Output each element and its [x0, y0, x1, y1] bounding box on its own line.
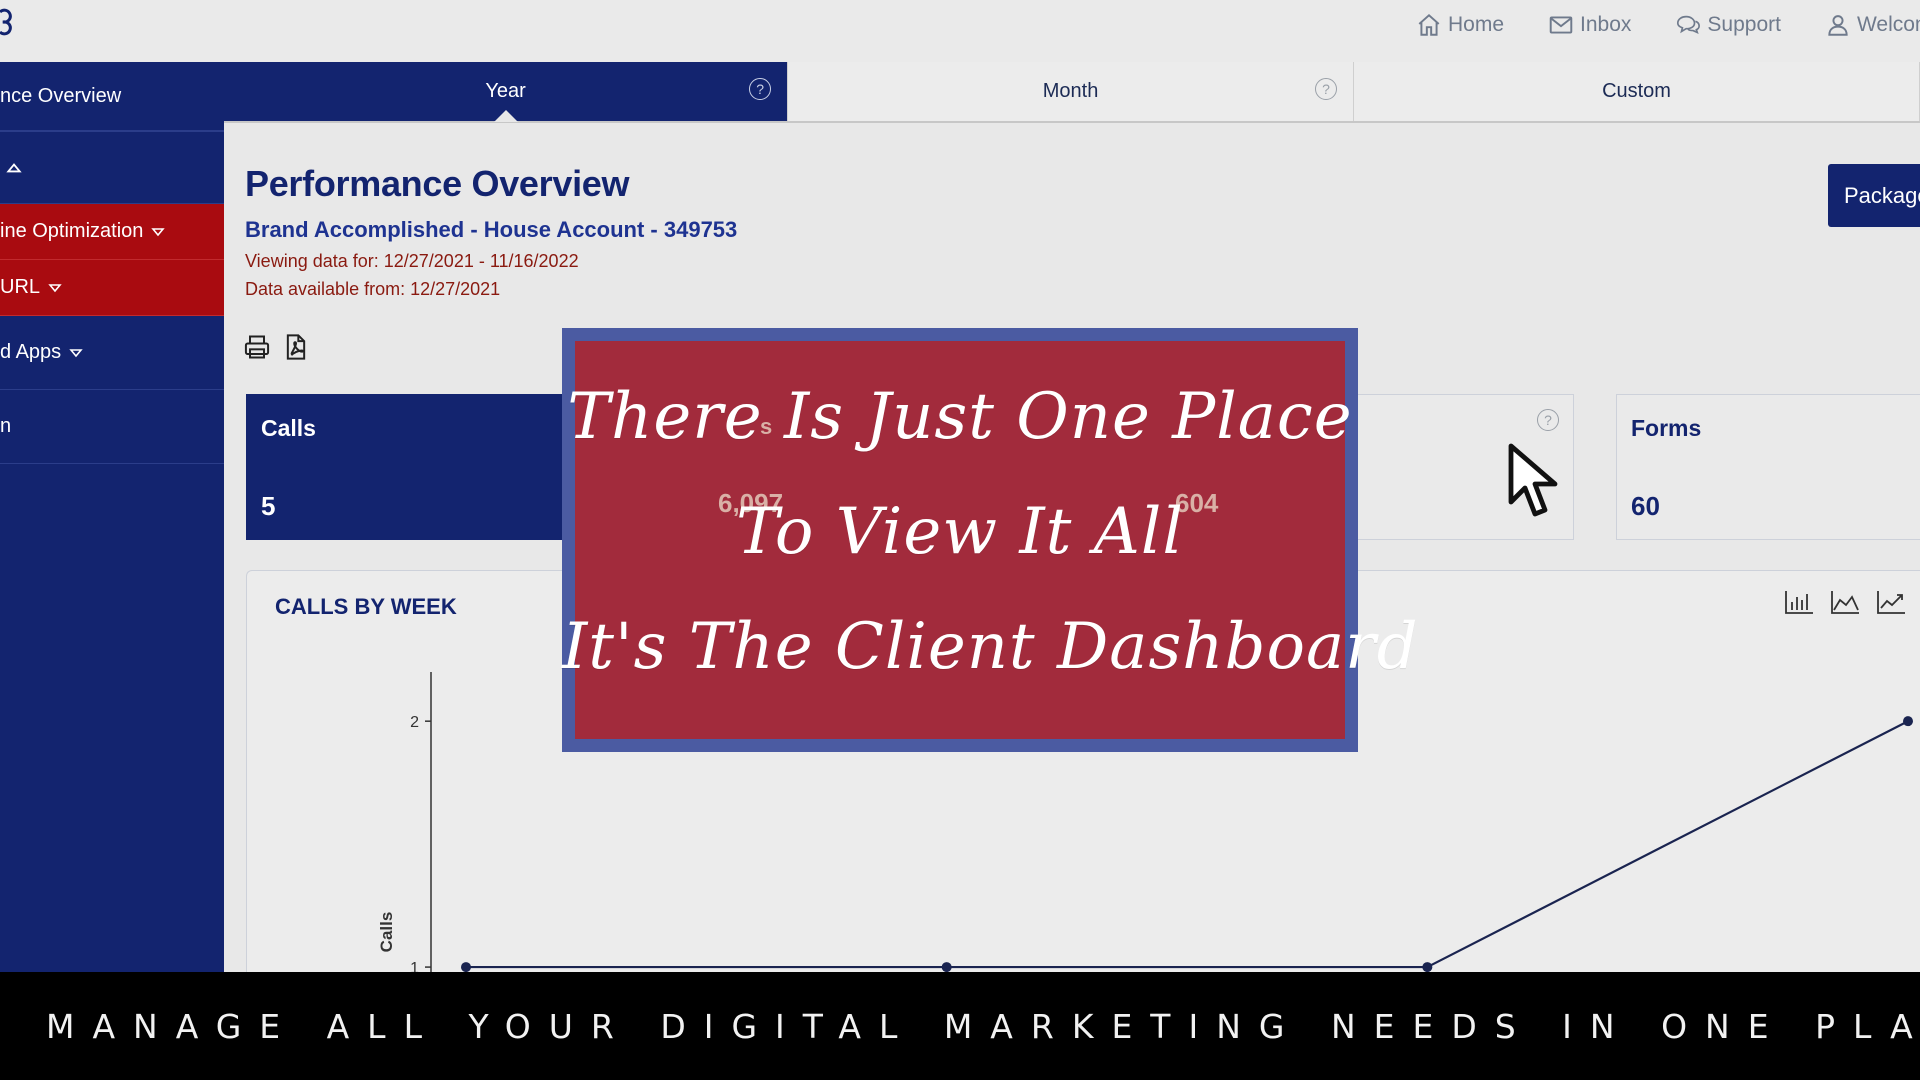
mouse-cursor-icon — [1508, 443, 1558, 517]
nav-welcome[interactable]: Welcom — [1825, 12, 1920, 38]
nav-support[interactable]: Support — [1675, 12, 1781, 38]
tab-custom-label: Custom — [1602, 80, 1671, 102]
data-point[interactable] — [941, 962, 952, 972]
nav-welcome-label: Welcom — [1856, 13, 1920, 36]
sidebar-item-label: d Apps — [0, 341, 62, 363]
bottom-caption-bar: WE MANAGE ALL YOUR DIGITAL MARKETING NEE… — [0, 972, 1920, 1080]
bottom-caption-text: WE MANAGE ALL YOUR DIGITAL MARKETING NEE… — [0, 1006, 1920, 1046]
forms-value: 60 — [1631, 491, 1660, 521]
calls-label: Calls — [261, 415, 316, 441]
logo-fragment — [0, 8, 12, 36]
data-available-date: Data available from: 12/27/2021 — [245, 279, 501, 299]
help-icon[interactable]: ? — [1315, 78, 1338, 100]
nav-inbox-label: Inbox — [1580, 13, 1632, 36]
sidebar-item-overview[interactable]: nce Overview — [0, 62, 224, 132]
page-title: Performance Overview — [245, 163, 630, 204]
nav-home[interactable]: Home — [1416, 12, 1504, 38]
period-tabs: Year ? Month ? Custom — [224, 62, 1920, 123]
pdf-icon[interactable] — [282, 333, 310, 361]
tab-month[interactable]: Month ? — [788, 62, 1355, 121]
sidebar-item-label: nce Overview — [0, 84, 122, 107]
sidebar-item-collapse[interactable] — [0, 132, 224, 204]
sidebar: nce Overview ine Optimization URL d Apps… — [0, 62, 224, 972]
mail-icon — [1549, 16, 1573, 34]
data-point[interactable] — [1422, 962, 1433, 972]
sidebar-item-url[interactable]: URL — [0, 260, 224, 316]
help-icon[interactable]: ? — [1537, 409, 1559, 431]
area-chart-icon[interactable] — [1829, 588, 1861, 616]
banner-line-3: It's The Client Dashboard — [562, 610, 1419, 684]
sidebar-item-label: URL — [0, 276, 41, 298]
tab-month-label: Month — [1042, 80, 1099, 102]
chevron-down-icon — [69, 348, 83, 357]
chart-title: CALLS BY WEEK — [275, 594, 457, 619]
nav-home-label: Home — [1448, 13, 1505, 36]
banner-line-1: There Is Just One Place — [567, 380, 1353, 454]
help-icon[interactable]: ? — [749, 78, 772, 100]
sidebar-item-label: n — [0, 415, 12, 437]
nav-support-label: Support — [1707, 13, 1781, 36]
bar-chart-icon[interactable] — [1783, 588, 1815, 616]
chevron-down-icon — [151, 227, 166, 236]
tab-year-label: Year — [485, 80, 526, 102]
top-nav: Home Inbox Support Welcom — [1416, 12, 1920, 38]
calls-value: 5 — [261, 491, 276, 521]
active-tab-caret — [493, 110, 518, 122]
tab-year[interactable]: Year ? — [224, 62, 789, 122]
sidebar-item-more[interactable]: n — [0, 390, 224, 464]
top-bar: Home Inbox Support Welcom — [0, 0, 1920, 62]
tab-custom[interactable]: Custom — [1354, 62, 1920, 121]
chevron-down-icon — [48, 283, 62, 292]
home-icon — [1418, 13, 1440, 36]
package-button[interactable]: Package — [1828, 164, 1920, 227]
nav-inbox[interactable]: Inbox — [1548, 12, 1631, 38]
user-icon — [1828, 15, 1848, 36]
data-point[interactable] — [461, 962, 471, 972]
print-icon[interactable] — [243, 333, 271, 361]
chevron-up-icon — [6, 162, 22, 172]
account-name: Brand Accomplished - House Account - 349… — [245, 217, 738, 242]
line-chart-icon[interactable] — [1875, 588, 1907, 616]
viewing-date-range: Viewing data for: 12/27/2021 - 11/16/202… — [245, 251, 579, 271]
banner-line-2: To View It All — [736, 495, 1184, 569]
chart-type-toolbar — [1783, 588, 1907, 616]
sidebar-item-apps[interactable]: d Apps — [0, 316, 224, 390]
sidebar-item-search-optimization[interactable]: ine Optimization — [0, 204, 224, 260]
data-point[interactable] — [1903, 716, 1913, 727]
sidebar-item-label: ine Optimization — [0, 220, 144, 242]
chat-icon — [1677, 15, 1701, 34]
forms-label: Forms — [1631, 415, 1702, 441]
forms-card[interactable]: Forms 60 — [1616, 394, 1920, 540]
